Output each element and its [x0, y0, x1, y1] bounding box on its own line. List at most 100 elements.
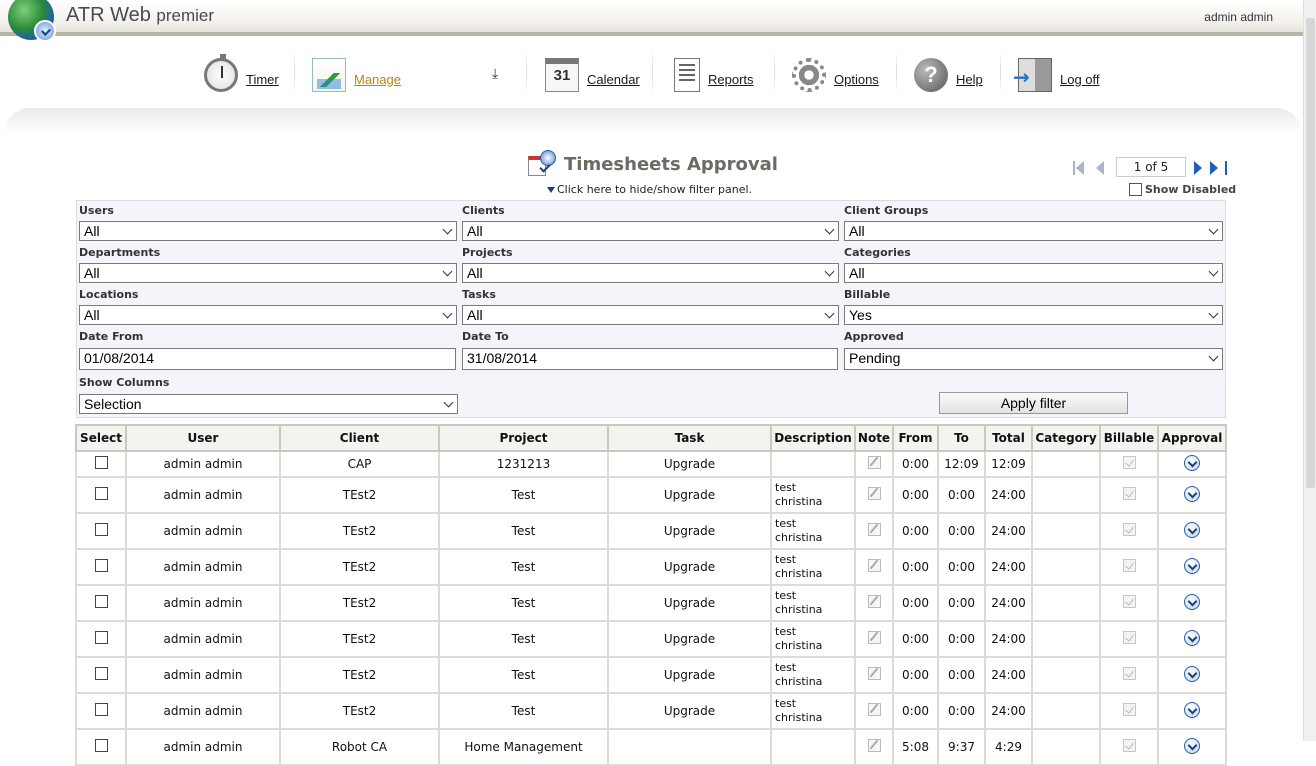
- nav-timer-label[interactable]: Timer: [246, 72, 279, 87]
- approval-cell: [1157, 656, 1227, 694]
- scrollbar-thumb[interactable]: [1306, 18, 1315, 488]
- note-edit-icon[interactable]: [867, 667, 881, 680]
- col-header-billable[interactable]: Billable: [1099, 424, 1159, 452]
- col-header-note[interactable]: Note: [854, 424, 894, 452]
- row-select-checkbox[interactable]: [94, 703, 108, 716]
- nav-calendar[interactable]: 31 Calendar: [545, 50, 640, 100]
- col-header-category[interactable]: Category: [1031, 424, 1101, 452]
- note-edit-icon[interactable]: [867, 559, 881, 572]
- note-edit-icon[interactable]: [867, 523, 881, 536]
- table-row[interactable]: admin admin TEst2 Test Upgrade test christina…: [75, 512, 1227, 550]
- tasks-select[interactable]: All: [462, 305, 839, 325]
- nav-reports-label[interactable]: Reports: [708, 72, 754, 87]
- filter-panel-toggle[interactable]: Click here to hide/show filter panel.: [547, 183, 752, 196]
- calendar-icon: 31: [545, 58, 579, 92]
- row-select-checkbox[interactable]: [94, 667, 108, 680]
- approved-select[interactable]: Pending: [844, 348, 1223, 370]
- select-cell: [75, 584, 127, 622]
- note-edit-icon[interactable]: [867, 631, 881, 644]
- col-header-user[interactable]: User: [125, 424, 281, 452]
- locations-label: Locations: [79, 288, 139, 301]
- row-select-checkbox[interactable]: [94, 456, 108, 469]
- row-select-checkbox[interactable]: [94, 559, 108, 572]
- nav-options[interactable]: Options: [792, 50, 879, 100]
- billable-cell: [1099, 476, 1159, 514]
- table-row[interactable]: admin admin TEst2 Test Upgrade test christina…: [75, 692, 1227, 730]
- show-disabled-toggle[interactable]: Show Disabled: [1129, 183, 1236, 196]
- row-select-checkbox[interactable]: [94, 523, 108, 536]
- nav-logoff-label[interactable]: Log off: [1060, 72, 1100, 87]
- nav-options-label[interactable]: Options: [834, 72, 879, 87]
- nav-manage-label[interactable]: Manage: [354, 72, 401, 87]
- table-row[interactable]: admin admin TEst2 Test Upgrade test christina…: [75, 584, 1227, 622]
- approval-dropdown-icon[interactable]: [1184, 557, 1200, 574]
- categories-select[interactable]: All: [844, 263, 1223, 283]
- users-select[interactable]: All: [79, 221, 457, 241]
- row-select-checkbox[interactable]: [94, 595, 108, 608]
- table-row[interactable]: admin admin Robot CA Home Management 5:08 9:…: [75, 728, 1227, 766]
- table-row[interactable]: admin admin TEst2 Test Upgrade test christina…: [75, 476, 1227, 514]
- filter-toggle-label[interactable]: Click here to hide/show filter panel.: [557, 183, 752, 196]
- row-select-checkbox[interactable]: [94, 631, 108, 644]
- nav-logoff[interactable]: Log off: [1013, 50, 1100, 100]
- first-page-icon[interactable]: [1073, 161, 1088, 175]
- client-groups-select[interactable]: All: [844, 221, 1223, 241]
- nav-divider: [1000, 50, 1001, 94]
- select-cell: [75, 548, 127, 586]
- col-header-project[interactable]: Project: [438, 424, 609, 452]
- table-row[interactable]: admin admin TEst2 Test Upgrade test christina…: [75, 548, 1227, 586]
- from-cell: 5:08: [892, 728, 939, 766]
- apply-filter-button[interactable]: Apply filter: [939, 392, 1128, 414]
- nav-calendar-label[interactable]: Calendar: [587, 72, 640, 87]
- to-cell: 12:09: [937, 450, 986, 478]
- show-disabled-checkbox[interactable]: [1129, 183, 1142, 196]
- nav-timer[interactable]: Timer: [204, 50, 279, 100]
- approval-dropdown-icon[interactable]: [1184, 629, 1200, 646]
- col-header-to[interactable]: To: [937, 424, 986, 452]
- note-edit-icon[interactable]: [867, 456, 881, 469]
- clients-select[interactable]: All: [462, 221, 839, 241]
- nav-help-label[interactable]: Help: [956, 72, 983, 87]
- date-from-input[interactable]: 01/08/2014: [79, 348, 456, 370]
- locations-select[interactable]: All: [79, 305, 457, 325]
- col-header-client[interactable]: Client: [279, 424, 440, 452]
- previous-page-icon[interactable]: [1096, 161, 1108, 175]
- description-line-2: christina: [775, 531, 823, 544]
- approval-dropdown-icon[interactable]: [1184, 593, 1200, 610]
- show-columns-select[interactable]: Selection: [79, 394, 458, 414]
- approval-dropdown-icon[interactable]: [1184, 521, 1200, 538]
- projects-select[interactable]: All: [462, 263, 839, 283]
- approval-dropdown-icon[interactable]: [1184, 454, 1200, 471]
- table-row[interactable]: admin admin CAP 1231213 Upgrade 0:00 12:09 12:…: [75, 450, 1227, 478]
- description-line-1: test: [775, 553, 797, 566]
- note-edit-icon[interactable]: [867, 487, 881, 500]
- col-header-from[interactable]: From: [892, 424, 939, 452]
- table-row[interactable]: admin admin TEst2 Test Upgrade test christina…: [75, 620, 1227, 658]
- nav-reports[interactable]: Reports: [674, 50, 754, 100]
- next-page-icon[interactable]: [1194, 161, 1206, 175]
- date-to-input[interactable]: 31/08/2014: [462, 348, 838, 370]
- note-edit-icon[interactable]: [867, 595, 881, 608]
- nav-manage[interactable]: Manage: [312, 50, 401, 100]
- table-row[interactable]: admin admin TEst2 Test Upgrade test christina…: [75, 656, 1227, 694]
- billable-checkbox: [1122, 559, 1136, 572]
- vertical-scrollbar[interactable]: [1303, 0, 1316, 741]
- departments-select[interactable]: All: [79, 263, 457, 283]
- approval-dropdown-icon[interactable]: [1184, 701, 1200, 718]
- col-header-task[interactable]: Task: [607, 424, 772, 452]
- approval-dropdown-icon[interactable]: [1184, 737, 1200, 754]
- page-number-input[interactable]: 1 of 5: [1116, 157, 1186, 177]
- col-header-description[interactable]: Description: [770, 424, 856, 452]
- last-page-icon[interactable]: [1210, 161, 1227, 175]
- approval-dropdown-icon[interactable]: [1184, 485, 1200, 502]
- row-select-checkbox[interactable]: [94, 487, 108, 500]
- col-header-total[interactable]: Total: [984, 424, 1033, 452]
- approval-dropdown-icon[interactable]: [1184, 665, 1200, 682]
- note-edit-icon[interactable]: [867, 703, 881, 716]
- billable-checkbox: [1122, 631, 1136, 644]
- nav-help[interactable]: ? Help: [914, 50, 983, 100]
- col-header-approval[interactable]: Approval: [1157, 424, 1227, 452]
- download-arrow-icon[interactable]: ⤓: [492, 66, 498, 82]
- billable-select[interactable]: Yes: [844, 305, 1223, 325]
- col-header-select[interactable]: Select: [75, 424, 127, 452]
